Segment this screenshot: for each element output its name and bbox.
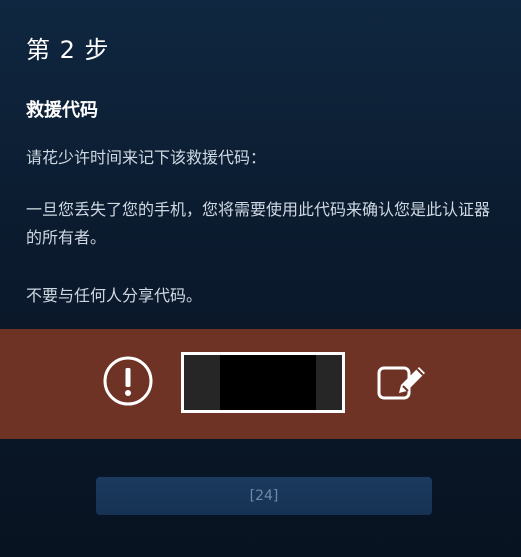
instruction-text: 请花少许时间来记下该救援代码： bbox=[26, 148, 267, 167]
exclamation-circle-icon bbox=[102, 355, 154, 407]
edit-icon[interactable] bbox=[373, 352, 431, 410]
rescue-code-box bbox=[181, 352, 345, 413]
sharing-warning-text: 不要与任何人分享代码。 bbox=[26, 286, 203, 305]
step-title: 第 2 步 bbox=[26, 36, 110, 64]
steam-guard-step-screen: 第 2 步 救援代码 请花少许时间来记下该救援代码： 一旦您丢失了您的手机，您将… bbox=[0, 0, 521, 557]
section-title: 救援代码 bbox=[26, 100, 98, 121]
rescue-code-value bbox=[184, 355, 342, 410]
next-button[interactable]: [24] bbox=[96, 477, 432, 515]
warning-text: 一旦您丢失了您的手机，您将需要使用此代码来确认您是此认证器的所有者。 bbox=[26, 200, 491, 247]
